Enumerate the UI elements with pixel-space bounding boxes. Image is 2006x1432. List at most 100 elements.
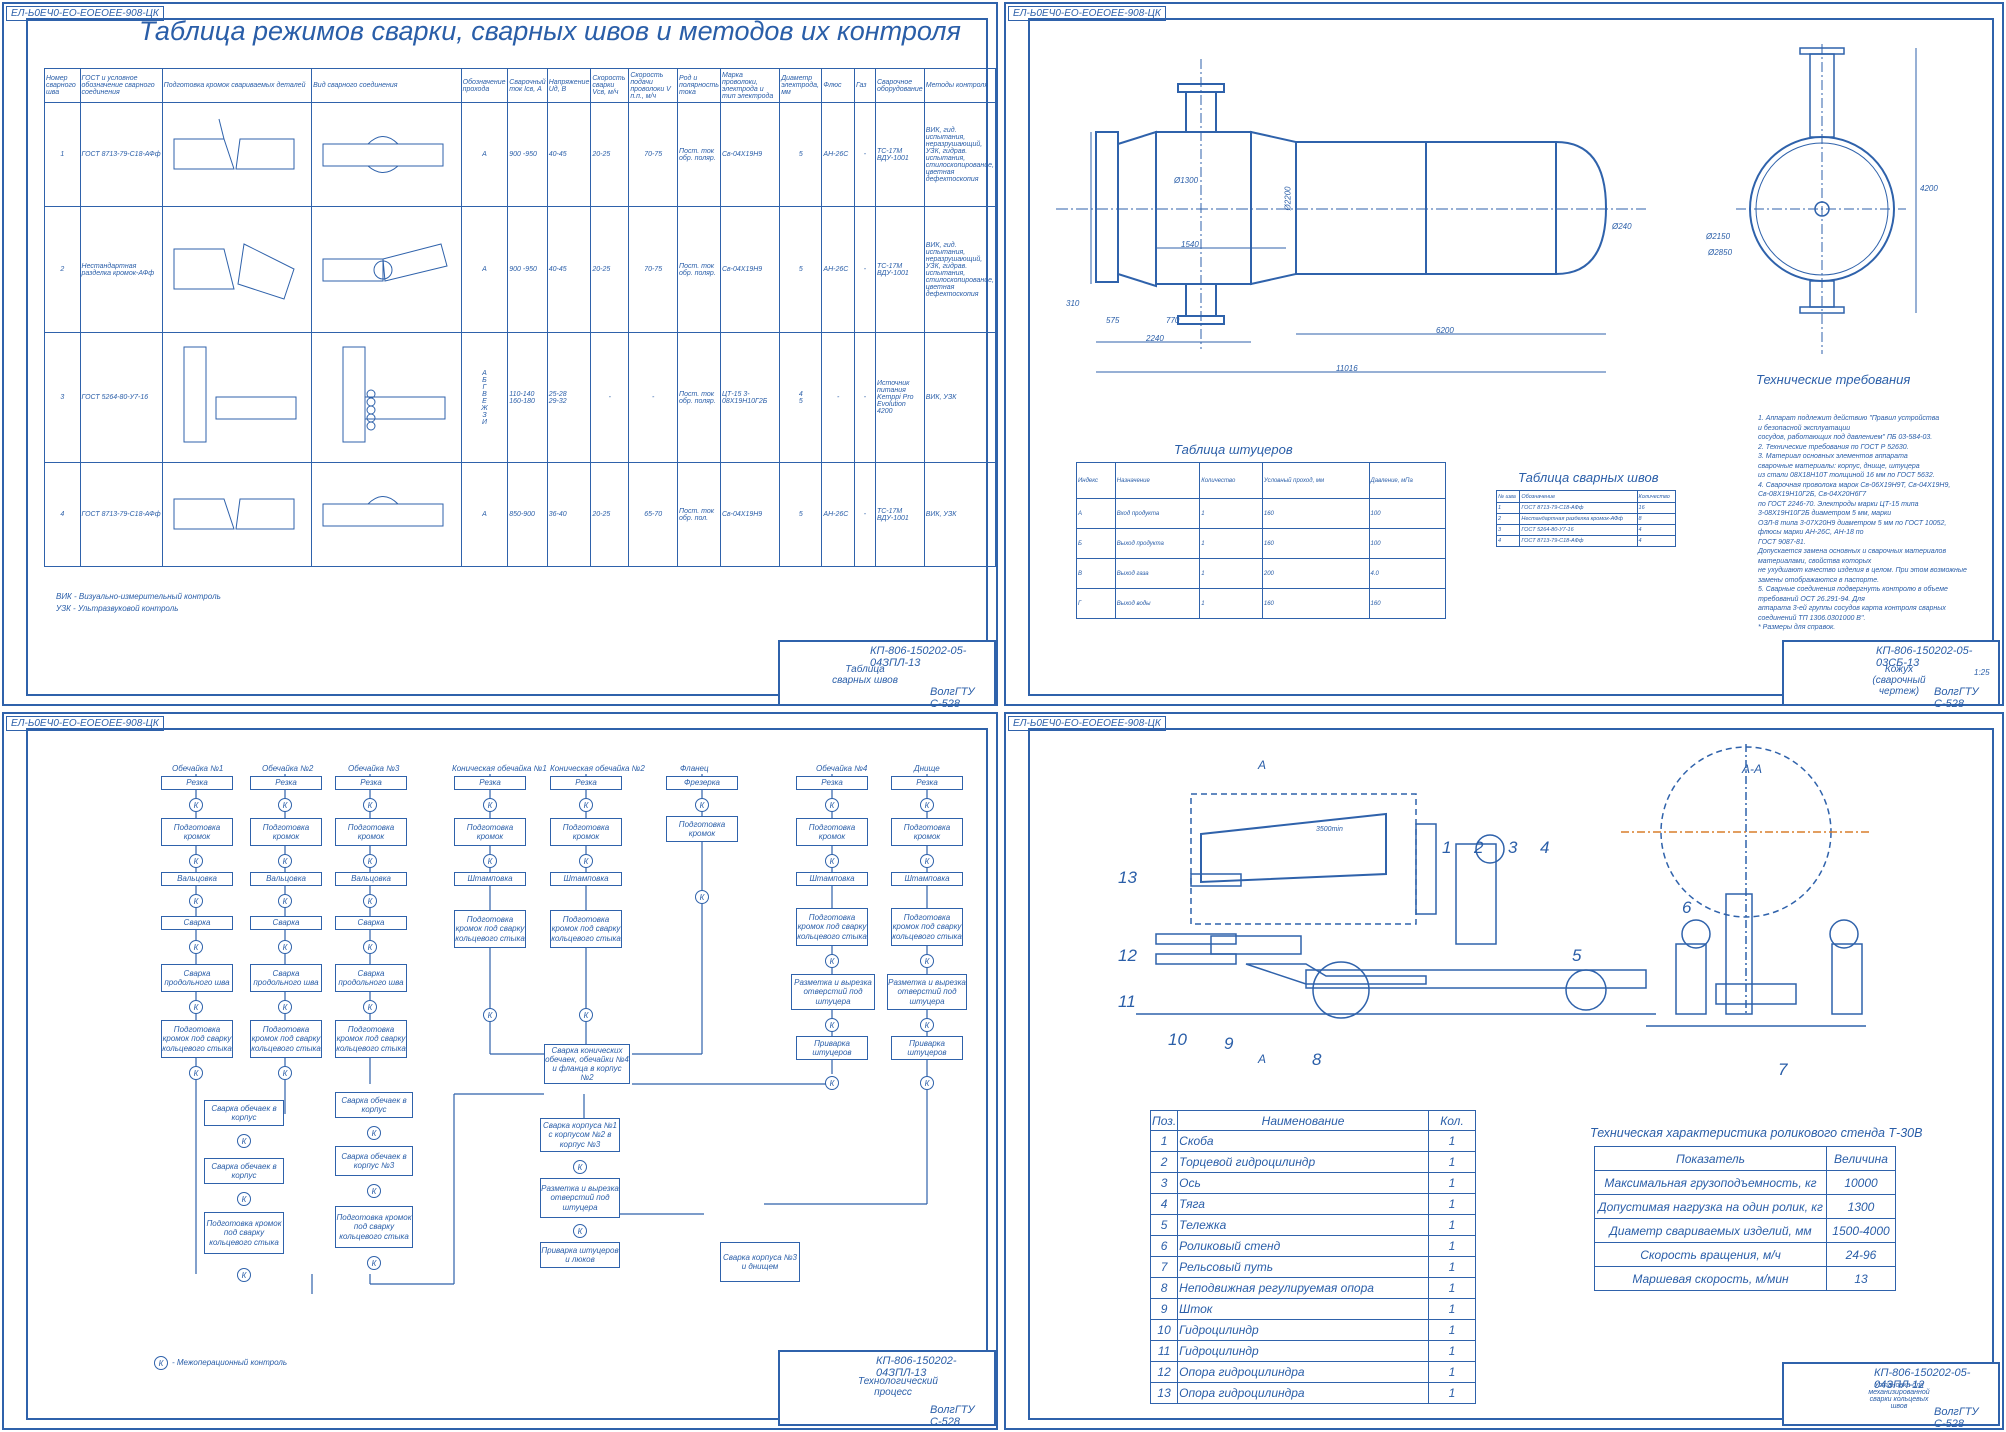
flow-step: Подготовка кромок под сварку кольцевого … [204, 1212, 284, 1254]
cell-qty: 1 [1428, 1130, 1476, 1152]
dim-2240: 2240 [1146, 334, 1164, 343]
cell-feed: 70-75 [628, 206, 679, 333]
roller-stand-drawing [1136, 744, 1871, 1027]
requirement-line: 3-08Х19Н10Г2Б диаметром 5 мм, марки [1758, 510, 1892, 517]
title-block: КП-806-150202-05-04ЗПЛ-13 Таблица сварны… [778, 640, 996, 710]
dim-d2150: Ø2150 [1706, 232, 1731, 241]
cell: 1 [1199, 558, 1263, 589]
cell-polarity: Пост. ток обр. поляр. [677, 206, 721, 333]
control-marker: К [573, 1160, 587, 1174]
cell-current: 900 -950 [507, 102, 548, 207]
cell: 2 [1495, 513, 1521, 525]
cell-name: Скоба [1177, 1130, 1429, 1152]
table-row: Б Выход продукта 1 160 100 [1076, 528, 1447, 559]
requirement-line: соединений ТП 1306.0301000 В". [1758, 614, 1866, 622]
flow-step: Штамповка [796, 872, 868, 886]
cell-wire: Св-04Х19Н9 [719, 462, 781, 567]
joint-sketch [322, 242, 448, 282]
flow-step: Резка [454, 776, 526, 790]
dim-1540: 1540 [1181, 240, 1199, 249]
cell: Г [1076, 588, 1116, 619]
control-marker: К [920, 854, 934, 868]
cell-name: Неподвижная регулируемая опора [1177, 1277, 1429, 1299]
table-row: Допустимая нагрузка на один ролик, кг 130… [1594, 1194, 1896, 1219]
column-title: Обечайка №3 [348, 764, 400, 773]
table-row: 4 ГОСТ 8713-79-С18-АФф 4 [1495, 535, 1677, 547]
cell-pos: 2 [1149, 1151, 1179, 1173]
th-edge-prep: Подготовка кромок свариваемых деталей [161, 68, 313, 103]
requirement-line: из стали 08Х18Н10Т толщиной 16 мм по ГОС… [1758, 472, 1935, 479]
cell-feed: - [628, 332, 679, 463]
table-row: 13 Опора гидроцилиндра 1 [1149, 1382, 1476, 1404]
control-marker: К [278, 894, 292, 908]
cell-gost: ГОСТ 8713-79-С18-АФф [79, 462, 163, 567]
control-marker: К [920, 1018, 934, 1032]
callout-4: 4 [1540, 838, 1550, 857]
cell: ГОСТ 8713-79-С18-АФф [1519, 502, 1638, 514]
callout-2: 2 [1474, 838, 1484, 857]
control-marker: К [189, 854, 203, 868]
cell-polarity: Пост. ток обр. поляр. [677, 332, 721, 463]
organization: ВолгГТУ С-528 [1934, 686, 1979, 710]
cell-qty: 1 [1428, 1340, 1476, 1362]
cell-wire: Св-04Х19Н9 [719, 102, 781, 207]
drawing-title: Установка для механизированной сварки ко… [1868, 1382, 1930, 1410]
control-marker: К [189, 798, 203, 812]
control-marker: К [278, 798, 292, 812]
flow-step: Подготовка кромок [454, 818, 526, 846]
page-title: Таблица режимов сварки, сварных швов и м… [139, 16, 961, 46]
cell: 4.0 [1368, 558, 1447, 589]
flow-step: Приварка штуцеров [796, 1036, 868, 1060]
cell: 160 [1368, 588, 1447, 619]
cell-qty: 1 [1428, 1235, 1476, 1257]
cell-pos: 10 [1149, 1319, 1179, 1341]
cell-qty: 1 [1428, 1319, 1476, 1341]
joint-sketch [322, 495, 444, 526]
control-marker: К [367, 1256, 381, 1270]
column-title: Коническая обечайка №1 [452, 764, 547, 773]
organization: ВолгГТУ С-528 [930, 686, 975, 710]
requirement-line: 1. Аппарат подлежит действию "Правил уст… [1758, 415, 1940, 422]
cell-name: Опора гидроцилиндра [1177, 1382, 1429, 1404]
requirement-line: требований ОСТ 26.291-94. Для [1758, 595, 1865, 603]
control-marker: К [573, 1224, 587, 1238]
table-row: 10 Гидроцилиндр 1 [1149, 1319, 1476, 1341]
th-polarity: Род и полярность тока [677, 68, 721, 103]
th-flux: Флюс [821, 68, 855, 103]
dim-3500min: 3500min [1316, 826, 1343, 833]
cell-qty: 1 [1428, 1382, 1476, 1404]
flow-step: Подготовка кромок под сварку кольцевого … [796, 908, 868, 946]
cell-control: ВИК, УЗК [923, 332, 997, 463]
cell: 4 [1495, 535, 1521, 547]
cell-polarity: Пост. ток обр. пол. [677, 462, 721, 567]
legend-text: - Межоперационный контроль [172, 1358, 288, 1367]
flow-step: Разметка и вырезка отверстий под штуцера [540, 1178, 620, 1218]
control-marker: К [189, 894, 203, 908]
flow-step: Вальцовка [335, 872, 407, 886]
flow-step: Подготовка кромок под сварку кольцевого … [335, 1206, 413, 1248]
cell-qty: 1 [1428, 1361, 1476, 1383]
th-pos: Поз. [1149, 1110, 1179, 1131]
cell: 4 [1636, 535, 1677, 547]
cell-flux: АН-26С [821, 206, 855, 333]
drawing-title: Кожух (сварочный чертеж) [1872, 664, 1926, 697]
column-title: Обечайка №1 [172, 764, 224, 773]
dim-310: 310 [1066, 299, 1080, 308]
requirement-line: 4. Сварочная проволока марок Св-06Х19Н9Т… [1758, 481, 1951, 489]
organization: ВолгГТУ С-528 [1934, 1406, 1979, 1430]
control-marker: К [363, 798, 377, 812]
edge-prep-sketch [173, 498, 295, 529]
control-marker: К [920, 798, 934, 812]
flow-step: Сварка конических обечаек, обечайки №4 и… [544, 1044, 630, 1084]
requirement-line: 2. Технические требования по ГОСТ Р 5263… [1758, 443, 1909, 451]
cell-name: Гидроцилиндр [1177, 1340, 1429, 1362]
cell-gas: - [853, 462, 876, 567]
th-indicator: Показатель [1594, 1146, 1827, 1171]
th-feed: Скорость подачи проволоки V п.п., м/ч [628, 68, 679, 103]
joint-sketch [342, 346, 446, 442]
cell-voltage: 40-45 [546, 206, 592, 333]
cell-control: ВИК, гид. испытания, неразрушающий, УЗК,… [923, 102, 997, 207]
requirement-line: и безопасной эксплуатации [1758, 424, 1851, 432]
cell-no: 4 [44, 462, 81, 567]
cell-pos: 12 [1149, 1361, 1179, 1383]
